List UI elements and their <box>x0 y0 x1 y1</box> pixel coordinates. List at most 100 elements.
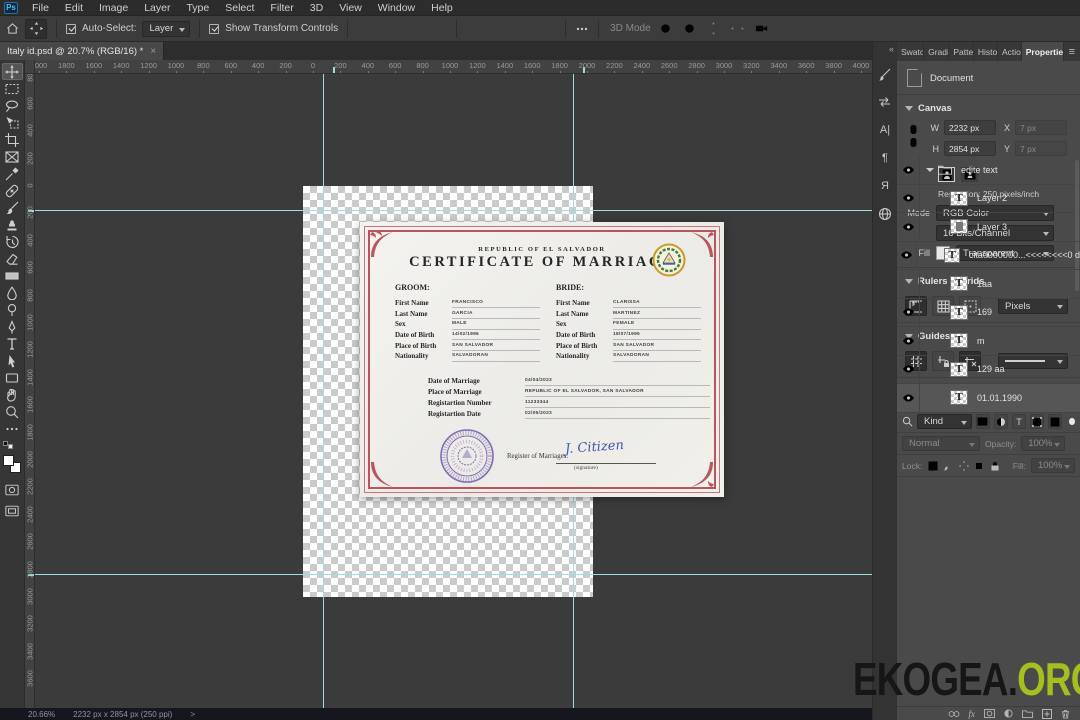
clone-source-panel-icon[interactable] <box>875 91 896 112</box>
menu-image[interactable]: Image <box>91 0 136 16</box>
gradient-tool-icon[interactable] <box>2 267 23 284</box>
hand-tool-icon[interactable] <box>2 386 23 403</box>
layer-row[interactable]: T 129 aa <box>897 355 1080 384</box>
shape-tool-icon[interactable] <box>2 369 23 386</box>
adjustment-layer-icon[interactable] <box>1004 709 1013 718</box>
current-tool-move-icon[interactable] <box>25 18 47 39</box>
menu-layer[interactable]: Layer <box>136 0 178 16</box>
dodge-tool-icon[interactable] <box>2 301 23 318</box>
frame-tool-icon[interactable] <box>2 148 23 165</box>
history-brush-tool-icon[interactable] <box>2 233 23 250</box>
quick-mask-icon[interactable] <box>2 481 23 498</box>
tab-gradi[interactable]: Gradi <box>924 42 950 61</box>
vertical-ruler[interactable]: 800 600 400 200 0 200 400 600 800 1000 1200 1400 160… <box>25 74 35 708</box>
visibility-eye-icon[interactable] <box>897 184 920 212</box>
3d-camera-icon[interactable] <box>753 20 771 38</box>
layer-row[interactable]: T 01.01.1990 <box>897 384 1080 413</box>
status-expand-icon[interactable]: > <box>190 710 195 719</box>
horizontal-guide[interactable] <box>35 574 872 575</box>
visibility-eye-icon[interactable] <box>897 355 920 383</box>
layer-name[interactable]: 169 <box>977 307 992 317</box>
text-layer-thumbnail[interactable]: T <box>950 304 968 320</box>
delete-layer-icon[interactable] <box>1061 709 1070 719</box>
home-icon[interactable] <box>6 22 19 35</box>
vertical-guide[interactable] <box>323 74 324 708</box>
tab-patte[interactable]: Patte <box>949 42 974 61</box>
clone-stamp-tool-icon[interactable] <box>2 216 23 233</box>
zoom-tool-icon[interactable] <box>2 403 23 420</box>
foreground-color-swatch[interactable] <box>3 455 14 466</box>
object-select-tool-icon[interactable] <box>2 114 23 131</box>
menu-filter[interactable]: Filter <box>262 0 301 16</box>
menu-3d[interactable]: 3D <box>302 0 331 16</box>
link-dimensions-icon[interactable] <box>909 124 918 150</box>
align-right-icon[interactable] <box>405 20 423 38</box>
visibility-eye-icon[interactable] <box>897 156 920 184</box>
menu-file[interactable]: File <box>24 0 57 16</box>
brush-tool-icon[interactable] <box>2 199 23 216</box>
layer-row[interactable]: Layer 3 <box>897 213 1080 242</box>
visibility-eye-icon[interactable] <box>897 327 920 355</box>
text-layer-thumbnail[interactable]: T <box>944 247 960 263</box>
menu-window[interactable]: Window <box>370 0 423 16</box>
eyedropper-tool-icon[interactable] <box>2 165 23 182</box>
close-tab-icon[interactable]: × <box>150 46 156 57</box>
tab-swatc[interactable]: Swatc <box>897 42 925 61</box>
tab-properties[interactable]: Properties <box>1021 42 1064 61</box>
path-select-tool-icon[interactable] <box>2 352 23 369</box>
layer-name[interactable]: Layer 3 <box>977 222 1007 232</box>
layer-name[interactable]: 129 aa <box>977 364 1005 374</box>
align-center-horizontal-icon[interactable] <box>381 20 399 38</box>
layer-name[interactable]: 1aa <box>977 279 992 289</box>
canvas-section-header[interactable]: Canvas <box>897 97 1080 118</box>
show-transform-checkbox[interactable] <box>209 23 220 34</box>
eraser-tool-icon[interactable] <box>2 250 23 267</box>
zoom-level[interactable]: 20.66% <box>28 710 55 719</box>
ellipsis-tool-icon[interactable] <box>2 420 23 437</box>
menu-select[interactable]: Select <box>217 0 262 16</box>
horizontal-ruler[interactable]: 2000180016001400120010008006004002000200… <box>35 60 872 74</box>
healing-brush-tool-icon[interactable] <box>2 182 23 199</box>
menu-edit[interactable]: Edit <box>57 0 91 16</box>
distribute-bottom-icon[interactable] <box>514 20 532 38</box>
layer-row[interactable]: Tcita0000000...<<<<<<<<0 d <box>897 241 1080 270</box>
layer-name[interactable]: edite text <box>961 165 998 175</box>
horizontal-guide[interactable] <box>35 210 872 211</box>
3d-orbit-icon[interactable] <box>657 20 675 38</box>
height-field[interactable]: 2854 px <box>944 141 996 156</box>
text-layer-thumbnail[interactable]: T <box>950 276 968 292</box>
menu-view[interactable]: View <box>331 0 370 16</box>
type-tool-icon[interactable] <box>2 335 23 352</box>
ruler-origin-box[interactable] <box>25 60 35 74</box>
canvas-workspace[interactable]: REPUBLIC OF EL SALVADOR CERTIFICATE OF M… <box>35 74 872 708</box>
layer-effects-icon[interactable]: fx <box>969 709 976 719</box>
crop-tool-icon[interactable] <box>2 131 23 148</box>
glyphs-panel-icon[interactable]: Я <box>875 175 896 196</box>
layer-row[interactable]: T 1aa <box>897 270 1080 299</box>
move-tool-icon[interactable] <box>1 63 23 80</box>
visibility-eye-icon[interactable] <box>897 298 920 326</box>
3d-roll-icon[interactable] <box>681 20 699 38</box>
layer-name[interactable]: Layer 2 <box>977 193 1007 203</box>
group-expand-caret-icon[interactable] <box>926 167 934 172</box>
screen-mode-icon[interactable] <box>2 502 23 519</box>
tab-actio[interactable]: Actio <box>998 42 1022 61</box>
default-colors-icon[interactable] <box>3 441 13 449</box>
pen-tool-icon[interactable] <box>2 318 23 335</box>
auto-select-checkbox[interactable] <box>66 23 76 34</box>
layer-name[interactable]: m <box>977 336 985 346</box>
document-tab[interactable]: Italy id.psd @ 20.7% (RGB/16) * × <box>0 42 165 60</box>
width-field[interactable]: 2232 px <box>944 120 996 135</box>
distribute-vertical-icon[interactable] <box>538 20 556 38</box>
visibility-eye-icon[interactable] <box>897 241 918 269</box>
layer-name[interactable]: cita0000000...<<<<<<<<0 d <box>969 250 1080 260</box>
text-layer-thumbnail[interactable]: T <box>950 361 968 377</box>
layer-row[interactable]: T 169 <box>897 298 1080 327</box>
layer-row[interactable]: edite text <box>897 156 1080 185</box>
align-left-icon[interactable] <box>357 20 375 38</box>
link-layers-icon[interactable] <box>948 710 960 718</box>
auto-select-target-select[interactable]: Layer <box>142 20 191 37</box>
panel-menu-icon[interactable]: ≡ <box>1064 42 1080 61</box>
visibility-empty[interactable] <box>897 270 920 298</box>
align-top-icon[interactable] <box>429 20 447 38</box>
